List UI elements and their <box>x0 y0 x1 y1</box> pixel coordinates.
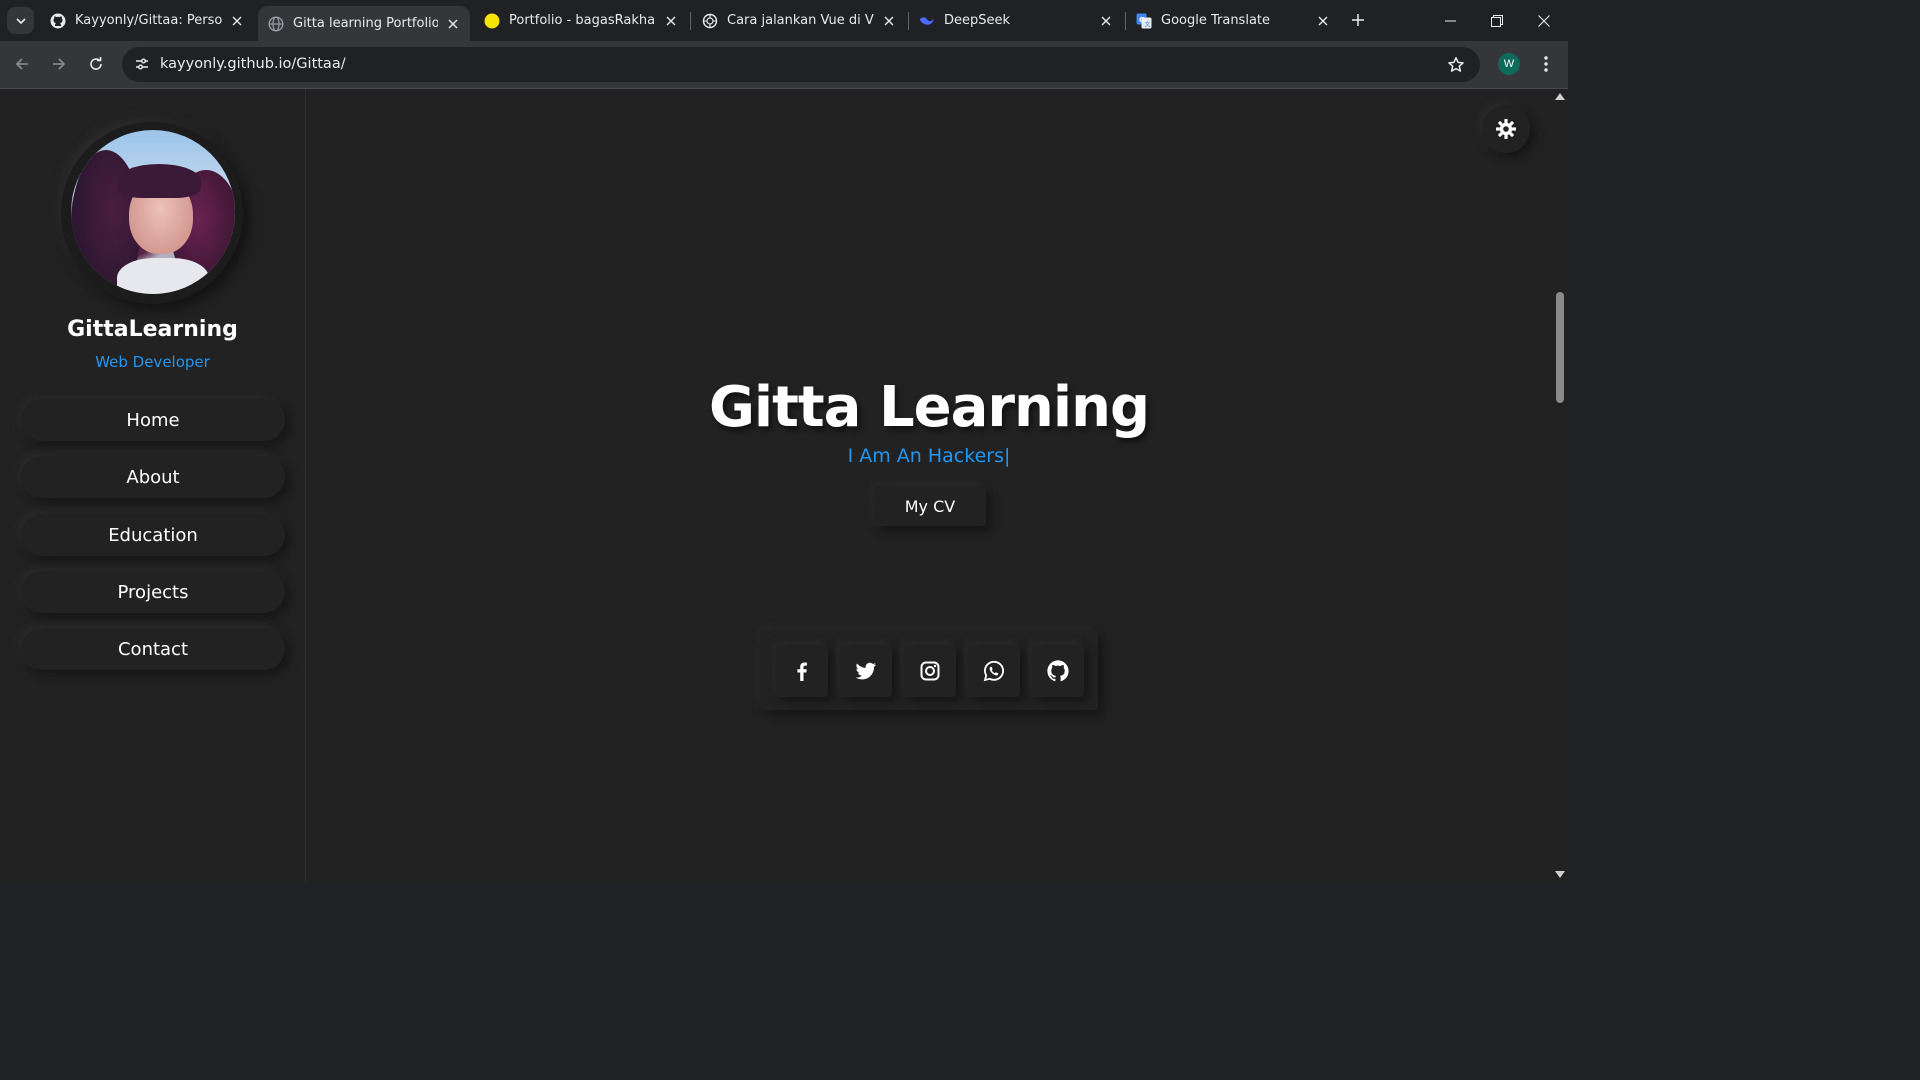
google-translate-icon: G文 <box>1136 13 1152 29</box>
whatsapp-icon <box>983 660 1005 682</box>
profile-role: Web Developer <box>95 353 210 371</box>
window-close-button[interactable] <box>1521 0 1567 41</box>
tab-github-repo[interactable]: Kayyonly/Gittaa: Personal F <box>40 0 254 41</box>
address-bar[interactable]: kayyonly.github.io/Gittaa/ <box>122 47 1480 82</box>
close-icon[interactable] <box>228 12 246 30</box>
hero-title: Gitta Learning <box>708 375 1150 440</box>
scroll-down-arrow[interactable] <box>1555 871 1565 878</box>
minimize-icon <box>1445 20 1456 21</box>
tab-gitta-portfolio[interactable]: Gitta learning Portfolio <box>258 6 470 41</box>
tab-title: Kayyonly/Gittaa: Personal F <box>75 13 222 28</box>
deepseek-icon <box>919 13 935 29</box>
plus-icon <box>1352 14 1364 26</box>
nav-home[interactable]: Home <box>21 399 285 441</box>
nav-education[interactable]: Education <box>21 514 285 556</box>
close-icon[interactable] <box>880 12 898 30</box>
facebook-icon <box>797 662 807 681</box>
yellow-circle-icon <box>484 13 500 29</box>
star-icon <box>1448 57 1464 72</box>
restore-icon <box>1491 14 1503 27</box>
browser-toolbar: kayyonly.github.io/Gittaa/ <box>0 41 1568 89</box>
tab-vue-vscode[interactable]: Cara jalankan Vue di VSCo <box>692 0 906 41</box>
tab-deepseek[interactable]: DeepSeek <box>909 0 1123 41</box>
forward-button[interactable] <box>45 50 73 78</box>
social-links <box>760 630 1098 710</box>
arrow-left-icon <box>15 58 28 70</box>
globe-icon <box>268 15 284 32</box>
gear-icon <box>1496 119 1516 139</box>
reload-icon <box>90 57 102 70</box>
tab-search-button[interactable] <box>7 7 34 34</box>
whatsapp-link[interactable] <box>968 645 1020 697</box>
github-icon <box>1047 660 1069 682</box>
facebook-link[interactable] <box>776 645 828 697</box>
scroll-thumb[interactable] <box>1556 292 1564 403</box>
tab-bagas-portfolio[interactable]: Portfolio - bagasRakha(); <box>474 0 688 41</box>
url-text[interactable]: kayyonly.github.io/Gittaa/ <box>160 56 346 72</box>
avatar <box>71 130 235 294</box>
close-icon[interactable] <box>1314 12 1332 30</box>
new-tab-button[interactable] <box>1348 10 1368 30</box>
github-link[interactable] <box>1032 645 1084 697</box>
close-icon[interactable] <box>1097 12 1115 30</box>
openai-icon <box>702 13 718 29</box>
nav-about[interactable]: About <box>21 456 285 498</box>
minimize-button[interactable] <box>1428 0 1474 41</box>
back-button[interactable] <box>8 50 36 78</box>
hero-typing-subtitle: I Am An Hackers| <box>847 445 1011 467</box>
twitter-link[interactable] <box>840 645 892 697</box>
main-content: Gitta Learning I Am An Hackers| My CV <box>306 89 1552 882</box>
scroll-up-arrow[interactable] <box>1555 93 1565 100</box>
instagram-link[interactable] <box>904 645 956 697</box>
more-vert-icon <box>1544 56 1548 72</box>
tab-google-translate[interactable]: G文 Google Translate <box>1126 0 1340 41</box>
instagram-icon <box>920 661 940 681</box>
close-icon <box>1538 14 1550 27</box>
tune-icon <box>136 58 148 70</box>
github-icon <box>50 13 66 29</box>
avatar-shirt <box>117 258 209 294</box>
reload-button[interactable] <box>82 50 110 78</box>
my-cv-button[interactable]: My CV <box>874 486 986 526</box>
avatar-frame <box>61 122 243 304</box>
site-info-button[interactable] <box>130 52 154 76</box>
chevron-down-icon <box>15 17 26 24</box>
svg-text:文: 文 <box>1145 20 1151 28</box>
profile-name: GittaLearning <box>67 317 238 342</box>
nav-projects[interactable]: Projects <box>21 571 285 613</box>
restore-button[interactable] <box>1474 0 1520 41</box>
tab-separator <box>690 12 691 30</box>
tab-title: Portfolio - bagasRakha(); <box>509 13 656 28</box>
theme-toggle-button[interactable] <box>1482 105 1530 153</box>
tab-title: Gitta learning Portfolio <box>293 16 438 31</box>
tab-title: Google Translate <box>1161 13 1271 28</box>
web-page: GittaLearning Web Developer Home About E… <box>0 89 1552 882</box>
page-scrollbar[interactable] <box>1552 89 1568 882</box>
tab-strip: Kayyonly/Gittaa: Personal F Gitta learni… <box>0 0 1568 41</box>
twitter-icon <box>855 662 876 680</box>
avatar-bangs <box>117 164 201 198</box>
nav-contact[interactable]: Contact <box>21 628 285 670</box>
profile-avatar[interactable]: W <box>1498 53 1520 75</box>
close-icon[interactable] <box>444 15 462 33</box>
arrow-right-icon <box>53 58 66 70</box>
bookmark-button[interactable] <box>1446 55 1466 75</box>
sidebar: GittaLearning Web Developer Home About E… <box>0 89 306 882</box>
tab-title: DeepSeek <box>944 13 1011 28</box>
close-icon[interactable] <box>662 12 680 30</box>
tab-title: Cara jalankan Vue di VSCo <box>727 13 874 28</box>
browser-menu-button[interactable] <box>1536 52 1556 76</box>
